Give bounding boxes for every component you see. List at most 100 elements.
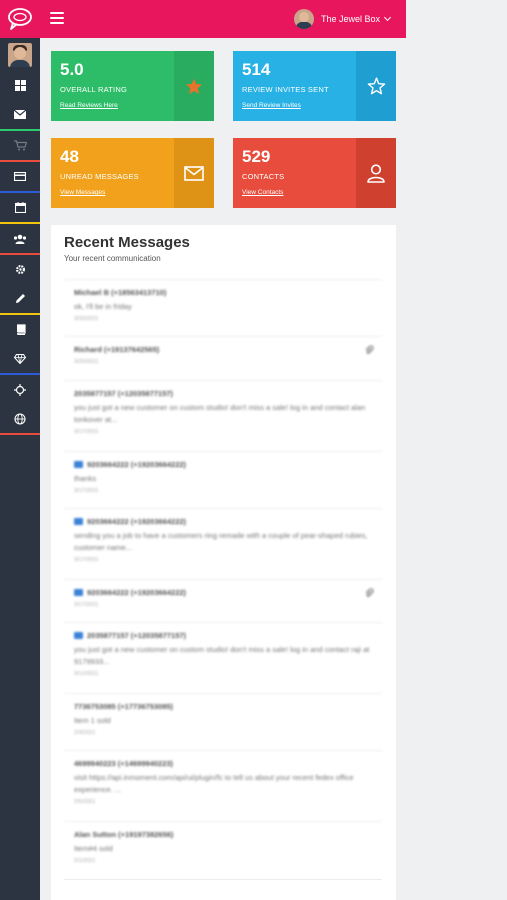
chevron-down-icon — [383, 13, 392, 22]
message-list: Michael B (+18563413710) ok, I'll be in … — [64, 279, 382, 889]
user-avatar — [293, 9, 314, 29]
message-sender-row: 9203664222 (+19203664222) — [74, 517, 372, 526]
sidebar-item-web[interactable] — [0, 404, 40, 433]
unread-messages-value: 48 — [60, 147, 79, 166]
sidebar-item-target[interactable] — [0, 375, 40, 404]
message-body: you just got a new customer on custom st… — [74, 403, 366, 424]
message-sender: 2035877157 (+12035877157) — [74, 389, 174, 398]
sidebar-item-cart[interactable] — [0, 131, 40, 160]
app-root: The Jewel Box 5.0 OVERALL RATING Read Re… — [0, 0, 507, 900]
overall-rating-label: OVERALL RATING — [60, 85, 127, 94]
sidebar-item-edit[interactable] — [0, 284, 40, 313]
message-sender: 2035877157 (+12035877157) — [87, 631, 187, 640]
app-logo[interactable] — [0, 0, 40, 38]
read-reviews-link[interactable]: Read Reviews Here — [60, 102, 118, 109]
message-item[interactable]: 9203664222 (+19203664222) sending you a … — [64, 508, 382, 579]
sidebar — [0, 0, 40, 900]
sidebar-divider — [0, 433, 40, 435]
message-item[interactable]: 2035877157 (+12035877157) you just got a… — [64, 622, 382, 693]
message-body: ok, I'll be in friday — [74, 302, 132, 311]
paperclip-icon — [365, 345, 374, 354]
paperclip-icon — [365, 588, 374, 597]
message-item[interactable]: Richard (+19137642565) 3/20/2021 — [64, 336, 382, 380]
view-contacts-link[interactable]: View Contacts — [242, 189, 283, 196]
review-invites-card: 514 REVIEW INVITES SENT Send Review Invi… — [233, 51, 396, 121]
unread-messages-label: UNREAD MESSAGES — [60, 172, 139, 181]
message-body: visit https://api.inmoment.com/api/ui/pl… — [74, 773, 354, 794]
message-date: 2/9/2021 — [74, 730, 96, 736]
message-sender: Richard (+19137642565) — [74, 345, 160, 354]
sidebar-avatar[interactable] — [8, 43, 32, 67]
message-sender: 9203664222 (+19203664222) — [87, 588, 187, 597]
message-date: 2/5/2021 — [74, 799, 96, 805]
view-messages-link[interactable]: View Messages — [60, 189, 105, 196]
overall-rating-card: 5.0 OVERALL RATING Read Reviews Here — [51, 51, 214, 121]
message-item[interactable]: 7736753085 (+17736753085) Item 1 sold 2/… — [64, 693, 382, 750]
contacts-value: 529 — [242, 147, 271, 166]
sidebar-item-calendar[interactable] — [0, 193, 40, 222]
sidebar-item-payments[interactable] — [0, 162, 40, 191]
sidebar-item-catalog[interactable] — [0, 315, 40, 344]
user-menu[interactable]: The Jewel Box — [293, 9, 392, 29]
message-body: thanks — [74, 474, 97, 483]
pencil-icon — [15, 294, 25, 303]
message-date: 3/12/2021 — [74, 671, 99, 677]
sidebar-item-settings[interactable] — [0, 255, 40, 284]
hamburger-menu-icon[interactable] — [50, 12, 64, 26]
review-invites-value: 514 — [242, 60, 271, 79]
message-body: you just got a new customer on custom st… — [74, 645, 370, 666]
dashboard-icon — [14, 80, 26, 91]
users-icon — [13, 234, 27, 244]
sidebar-item-contacts[interactable] — [0, 224, 40, 253]
contacts-label: CONTACTS — [242, 172, 285, 181]
message-body: sending you a job to have a customers ri… — [74, 531, 368, 552]
chat-bubble-logo-icon — [8, 8, 32, 30]
message-item[interactable]: 4699940223 (+14699940223) visit https://… — [64, 750, 382, 821]
message-item[interactable]: 9203664222 (+19203664222) 3/17/2021 — [64, 579, 382, 622]
flag-icon — [74, 632, 83, 639]
envelope-icon — [184, 165, 204, 181]
message-item[interactable]: Alan Sutton (+19197382656) Item#4 sold 2… — [64, 821, 382, 879]
recent-messages-title: Recent Messages — [64, 234, 190, 251]
message-date: 3/17/2021 — [74, 557, 99, 563]
message-sender: 9203664222 (+19203664222) — [87, 517, 187, 526]
top-bar: The Jewel Box — [40, 0, 406, 38]
contacts-card: 529 CONTACTS View Contacts — [233, 138, 396, 208]
message-item[interactable]: 9203664222 (+19203664222) thanks 3/17/20… — [64, 451, 382, 508]
message-sender: 4699940223 (+14699940223) — [74, 759, 174, 768]
message-sender-row: 9203664222 (+19203664222) — [74, 460, 372, 469]
message-sender: 7736753085 (+17736753085) — [74, 702, 174, 711]
flag-icon — [74, 589, 83, 596]
sidebar-item-dashboard[interactable] — [0, 71, 40, 100]
messages-icon-panel — [174, 138, 214, 208]
sidebar-item-messages[interactable] — [0, 100, 40, 129]
message-sender-row: 2035877157 (+12035877157) — [74, 631, 372, 640]
globe-icon — [14, 412, 26, 425]
overall-rating-value: 5.0 — [60, 60, 84, 79]
crosshair-icon — [14, 383, 26, 396]
contacts-icon-panel — [356, 138, 396, 208]
message-date: 3/17/2021 — [74, 429, 99, 435]
rating-icon-panel — [174, 51, 214, 121]
message-sender-row: 9203664222 (+19203664222) — [74, 588, 372, 597]
message-date: 3/17/2021 — [74, 488, 99, 494]
send-review-invites-link[interactable]: Send Review Invites — [242, 102, 301, 109]
sidebar-item-jewelry[interactable] — [0, 344, 40, 373]
flag-icon — [74, 518, 83, 525]
recent-messages-panel: Recent Messages Your recent communicatio… — [51, 225, 396, 900]
book-icon — [16, 324, 26, 335]
user-name: The Jewel Box — [320, 14, 380, 24]
message-body: Item#4 sold — [74, 844, 113, 853]
message-date: 2/1/2021 — [74, 858, 96, 864]
message-date: 3/20/2021 — [74, 359, 99, 365]
message-sender: 9203664222 (+19203664222) — [87, 460, 187, 469]
message-date: 3/17/2021 — [74, 602, 99, 608]
message-item[interactable]: Michael B (+18563413710) ok, I'll be in … — [64, 279, 382, 336]
envelope-icon — [14, 110, 26, 119]
message-item[interactable]: 2035877157 (+12035877157) you just got a… — [64, 380, 382, 451]
message-sender: Michael B (+18563413710) — [74, 288, 167, 297]
message-sender: Alan Sutton (+19197382656) — [74, 830, 174, 839]
message-date: 3/20/2021 — [74, 316, 99, 322]
diamond-icon — [14, 353, 26, 364]
review-invites-label: REVIEW INVITES SENT — [242, 85, 329, 94]
